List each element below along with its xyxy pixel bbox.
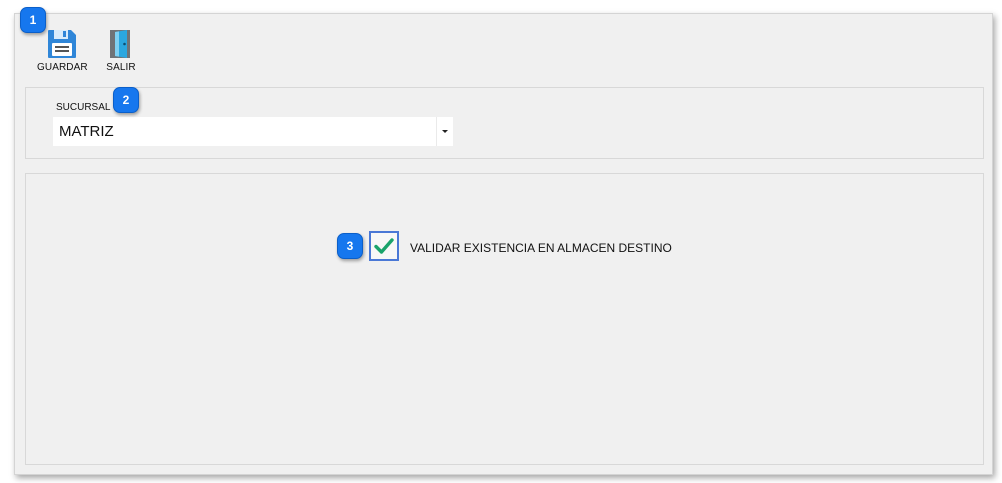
validate-stock-checkbox[interactable] [369, 231, 399, 261]
branch-select[interactable]: MATRIZ [53, 117, 453, 146]
window: GUARDAR SALIR SUCURSAL MATRIZ VALIDAR EX… [14, 13, 993, 475]
branch-group: SUCURSAL MATRIZ [25, 87, 984, 159]
callout-badge-3: 3 [337, 233, 363, 259]
branch-select-value: MATRIZ [59, 123, 114, 140]
dropdown-arrow-icon[interactable] [436, 117, 453, 146]
callout-badge-2: 2 [113, 87, 139, 113]
exit-door-icon [110, 30, 130, 58]
exit-button[interactable]: SALIR [103, 28, 139, 73]
validate-stock-label[interactable]: VALIDAR EXISTENCIA EN ALMACEN DESTINO [410, 241, 672, 255]
options-group: VALIDAR EXISTENCIA EN ALMACEN DESTINO [25, 173, 984, 465]
checkmark-icon [374, 238, 394, 254]
exit-label: SALIR [106, 62, 136, 73]
callout-badge-1: 1 [20, 7, 46, 33]
branch-label: SUCURSAL [56, 102, 111, 113]
save-button[interactable]: GUARDAR [37, 28, 88, 73]
save-label: GUARDAR [37, 62, 88, 73]
floppy-disk-icon [48, 30, 76, 58]
